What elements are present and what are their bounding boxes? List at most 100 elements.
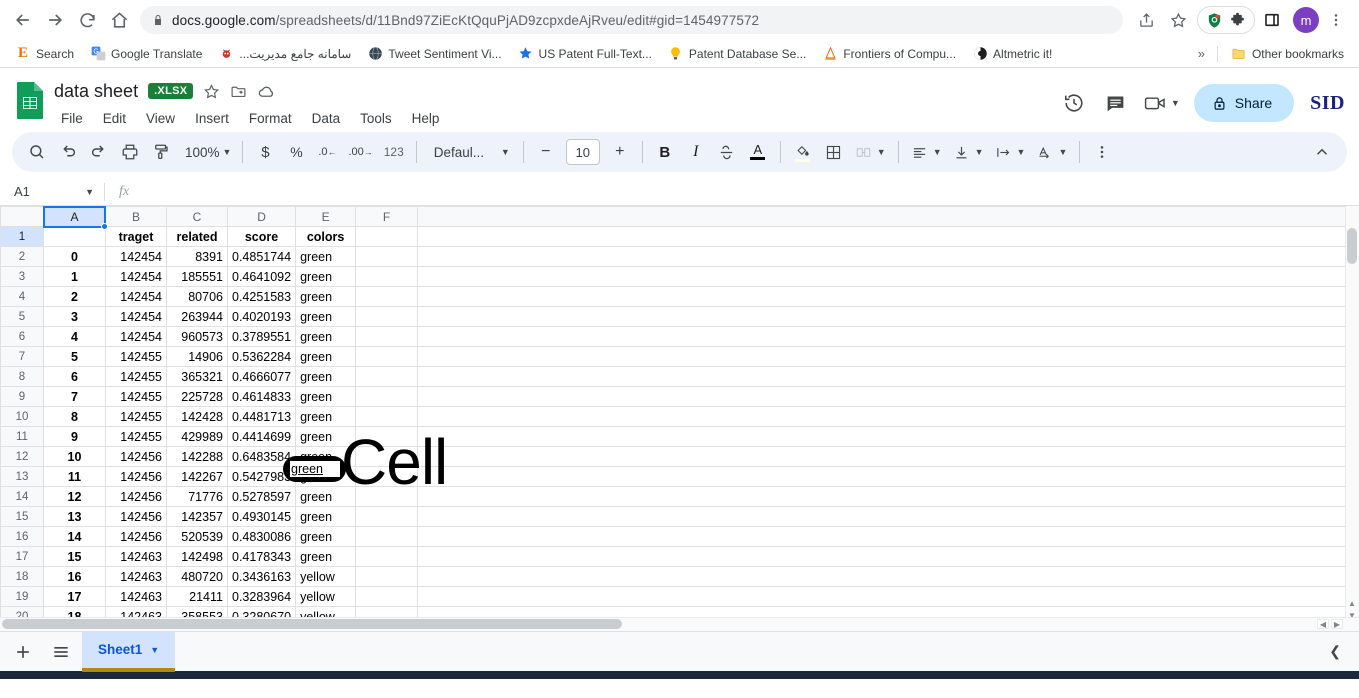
- row-header-17[interactable]: 17: [0, 546, 44, 567]
- move-to-folder-icon[interactable]: [230, 83, 247, 100]
- menu-insert[interactable]: Insert: [188, 109, 236, 128]
- decrease-decimal-button[interactable]: .0 ←: [312, 137, 342, 167]
- bookmark-item[interactable]: Altmetric it!: [965, 43, 1059, 65]
- cell-a12[interactable]: 10: [43, 446, 106, 467]
- menu-edit[interactable]: Edit: [96, 109, 133, 128]
- address-bar[interactable]: docs.google.com/spreadsheets/d/11Bnd97Zi…: [140, 6, 1123, 34]
- cell-b5[interactable]: 142454: [105, 306, 167, 327]
- bookmark-item[interactable]: Patent Database Se...: [661, 43, 813, 65]
- cell-a18[interactable]: 16: [43, 566, 106, 587]
- cell-e10[interactable]: green: [295, 406, 357, 427]
- row-header-13[interactable]: 13: [0, 466, 44, 487]
- cell-c6[interactable]: 960573: [166, 326, 228, 347]
- cell-b9[interactable]: 142455: [105, 386, 167, 407]
- cell-c5[interactable]: 263944: [166, 306, 228, 327]
- cell-b19[interactable]: 142463: [105, 586, 167, 607]
- back-icon[interactable]: [8, 5, 38, 35]
- column-header-b[interactable]: B: [105, 206, 167, 227]
- share-icon[interactable]: [1131, 5, 1161, 35]
- cell-e4[interactable]: green: [295, 286, 357, 307]
- cell-a16[interactable]: 14: [43, 526, 106, 547]
- version-history-icon[interactable]: [1056, 85, 1092, 121]
- cell-e9[interactable]: green: [295, 386, 357, 407]
- profile-avatar[interactable]: m: [1293, 7, 1319, 33]
- bookmarks-overflow-button[interactable]: »: [1192, 43, 1211, 64]
- more-formats-button[interactable]: 123: [379, 137, 409, 167]
- search-icon[interactable]: [22, 137, 52, 167]
- menu-view[interactable]: View: [139, 109, 182, 128]
- document-title[interactable]: data sheet: [54, 81, 138, 102]
- cell-f19[interactable]: [355, 586, 419, 607]
- cell-a19[interactable]: 17: [43, 586, 106, 607]
- cell-d18[interactable]: 0.3436163: [226, 566, 297, 587]
- three-dot-more-icon[interactable]: [1087, 137, 1117, 167]
- row-header-7[interactable]: 7: [0, 346, 44, 367]
- cell-c18[interactable]: 480720: [166, 566, 228, 587]
- menu-tools[interactable]: Tools: [353, 109, 399, 128]
- cell-f18[interactable]: [355, 566, 419, 587]
- row-header-4[interactable]: 4: [0, 286, 44, 307]
- cell-a2[interactable]: 0: [43, 246, 106, 267]
- text-color-button[interactable]: A: [743, 137, 773, 167]
- cell-f1[interactable]: [355, 226, 419, 247]
- cell-e19[interactable]: yellow: [295, 586, 357, 607]
- cell-d9[interactable]: 0.4614833: [226, 386, 297, 407]
- cell-c16[interactable]: 520539: [166, 526, 228, 547]
- cell-b7[interactable]: 142455: [105, 346, 167, 367]
- fill-color-icon[interactable]: [788, 137, 818, 167]
- plus-icon[interactable]: [6, 635, 40, 669]
- cell-rest-12[interactable]: [417, 446, 1349, 467]
- cell-rest-14[interactable]: [417, 486, 1349, 507]
- cell-b11[interactable]: 142455: [105, 426, 167, 447]
- cell-rest-6[interactable]: [417, 326, 1349, 347]
- cell-rest-17[interactable]: [417, 546, 1349, 567]
- row-header-11[interactable]: 11: [0, 426, 44, 447]
- star-icon[interactable]: [203, 83, 220, 100]
- cell-b13[interactable]: 142456: [105, 466, 167, 487]
- bold-button[interactable]: B: [650, 137, 680, 167]
- cell-d7[interactable]: 0.5362284: [226, 346, 297, 367]
- cell-rest-15[interactable]: [417, 506, 1349, 527]
- fill-handle[interactable]: [101, 223, 108, 230]
- cell-b6[interactable]: 142454: [105, 326, 167, 347]
- bookmark-item[interactable]: Tweet Sentiment Vi...: [360, 43, 508, 65]
- cell-d1[interactable]: score: [226, 226, 297, 247]
- scroll-up-arrow-icon[interactable]: ▲: [1348, 599, 1356, 608]
- cell-b3[interactable]: 142454: [105, 266, 167, 287]
- forward-icon[interactable]: [40, 5, 70, 35]
- row-header-16[interactable]: 16: [0, 526, 44, 547]
- bookmark-item[interactable]: G Google Translate: [83, 43, 209, 65]
- cell-rest-16[interactable]: [417, 526, 1349, 547]
- column-header-c[interactable]: C: [166, 206, 228, 227]
- cell-c17[interactable]: 142498: [166, 546, 228, 567]
- menu-help[interactable]: Help: [405, 109, 447, 128]
- cell-c13[interactable]: 142267: [166, 466, 228, 487]
- cell-b14[interactable]: 142456: [105, 486, 167, 507]
- cell-b4[interactable]: 142454: [105, 286, 167, 307]
- cell-c9[interactable]: 225728: [166, 386, 228, 407]
- cell-d4[interactable]: 0.4251583: [226, 286, 297, 307]
- cell-b15[interactable]: 142456: [105, 506, 167, 527]
- borders-icon[interactable]: [819, 137, 849, 167]
- zoom-selector[interactable]: 100% ▼: [177, 137, 235, 167]
- video-camera-icon[interactable]: ▼: [1140, 85, 1184, 121]
- home-icon[interactable]: [104, 5, 134, 35]
- cell-c4[interactable]: 80706: [166, 286, 228, 307]
- vertical-scrollbar-thumb[interactable]: [1347, 228, 1357, 264]
- cell-f10[interactable]: [355, 406, 419, 427]
- side-panel-icon[interactable]: [1257, 5, 1287, 35]
- print-icon[interactable]: [115, 137, 145, 167]
- share-button[interactable]: Share: [1193, 84, 1295, 122]
- cell-a17[interactable]: 15: [43, 546, 106, 567]
- cell-c7[interactable]: 14906: [166, 346, 228, 367]
- reload-icon[interactable]: [72, 5, 102, 35]
- merge-cells-icon[interactable]: ▼: [850, 137, 891, 167]
- cell-c11[interactable]: 429989: [166, 426, 228, 447]
- cell-f15[interactable]: [355, 506, 419, 527]
- menu-format[interactable]: Format: [242, 109, 299, 128]
- cell-f17[interactable]: [355, 546, 419, 567]
- cell-d17[interactable]: 0.4178343: [226, 546, 297, 567]
- puzzle-extension-icon[interactable]: [1229, 12, 1246, 29]
- column-header-a[interactable]: A: [43, 206, 106, 227]
- cell-c12[interactable]: 142288: [166, 446, 228, 467]
